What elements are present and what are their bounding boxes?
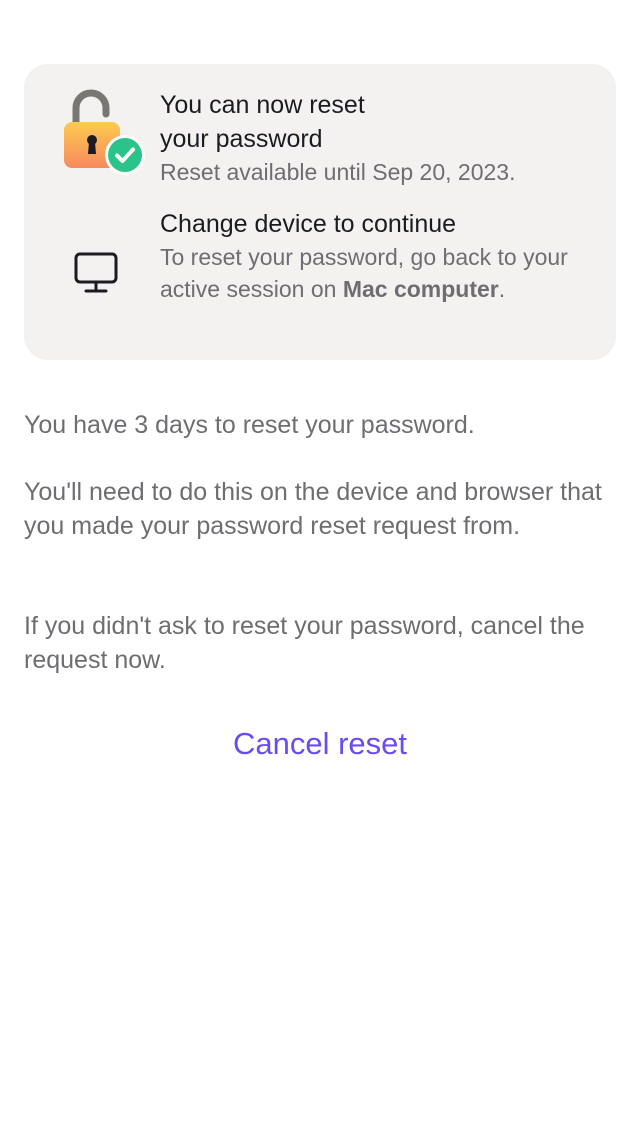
reset-title-line-2: your password [160,125,323,153]
cancel-reset-button[interactable]: Cancel reset [0,722,640,766]
reset-deadline-text: Reset available until Sep 20, 2023. [160,159,516,185]
cancel-advice-text: If you didn't ask to reset your password… [24,612,585,674]
check-badge-icon [104,134,146,176]
desktop-monitor-icon [74,252,118,294]
change-device-title: Change device to continue [160,210,457,238]
same-device-instructions: You'll need to do this on the device and… [24,478,602,540]
reset-available-title: You can now reset your password [160,88,600,156]
change-device-description: To reset your password, go back to your … [160,241,600,305]
device-text-column: Change device to continue To reset your … [160,207,600,305]
reset-title-line-1: You can now reset [160,91,365,119]
device-desc-suffix: . [498,276,506,302]
reset-text-column: You can now reset your password Reset av… [160,88,600,188]
reset-info-card: You can now reset your password Reset av… [24,64,616,360]
days-remaining-text: You have 3 days to reset your password. [24,411,475,439]
device-name: Mac computer [342,276,499,302]
